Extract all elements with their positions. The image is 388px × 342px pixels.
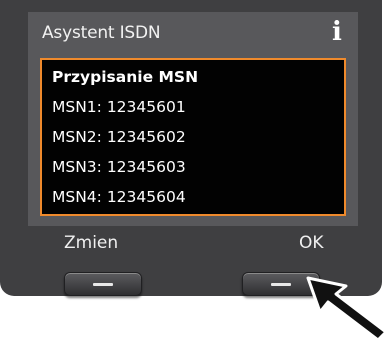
msn-line-1: MSN1: 12345601	[52, 98, 186, 116]
left-softkey-button[interactable]	[64, 272, 142, 296]
left-softkey-label: Zmien	[64, 233, 119, 253]
minus-icon	[271, 283, 291, 286]
minus-icon	[93, 283, 113, 286]
right-softkey-label: OK	[299, 233, 324, 253]
msn-line-2: MSN2: 12345602	[52, 128, 186, 146]
phone-body: Asystent ISDN i Przypisanie MSN MSN1: 12…	[0, 0, 382, 296]
screen-header: Asystent ISDN i	[28, 12, 358, 54]
info-icon[interactable]: i	[330, 18, 344, 46]
panel-heading: Przypisanie MSN	[52, 68, 199, 86]
msn-line-4: MSN4: 12345604	[52, 188, 186, 206]
phone-stage: Asystent ISDN i Przypisanie MSN MSN1: 12…	[0, 0, 388, 342]
screen-title: Asystent ISDN	[42, 23, 161, 43]
msn-assignment-panel: Przypisanie MSN MSN1: 12345601 MSN2: 123…	[40, 58, 346, 216]
pointer-arrow-icon	[306, 276, 388, 342]
display-screen: Asystent ISDN i Przypisanie MSN MSN1: 12…	[28, 12, 358, 226]
msn-line-3: MSN3: 12345603	[52, 158, 186, 176]
